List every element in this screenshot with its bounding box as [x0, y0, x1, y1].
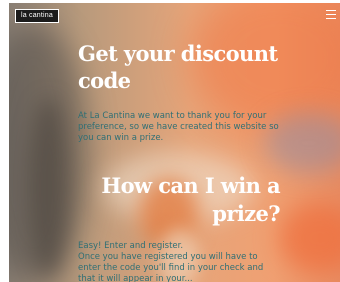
background-blur: [279, 203, 340, 273]
background-blur: [9, 23, 89, 282]
intro-text: At La Cantina we want to thank you for y…: [78, 111, 279, 143]
instructions-text: Easy! Enter and register. Once you have …: [78, 241, 282, 282]
instructions-line: Once you have registered you will have t…: [78, 252, 264, 282]
page: la cantina Get your discount code At La …: [0, 0, 340, 282]
brand-logo[interactable]: la cantina: [15, 9, 59, 23]
page-title: Get your discount code: [78, 41, 278, 93]
background-blur: [29, 98, 69, 278]
instructions-line: Easy! Enter and register.: [78, 241, 184, 251]
hamburger-menu-icon[interactable]: [326, 10, 336, 19]
section-title: How can I win a prize?: [101, 173, 280, 226]
